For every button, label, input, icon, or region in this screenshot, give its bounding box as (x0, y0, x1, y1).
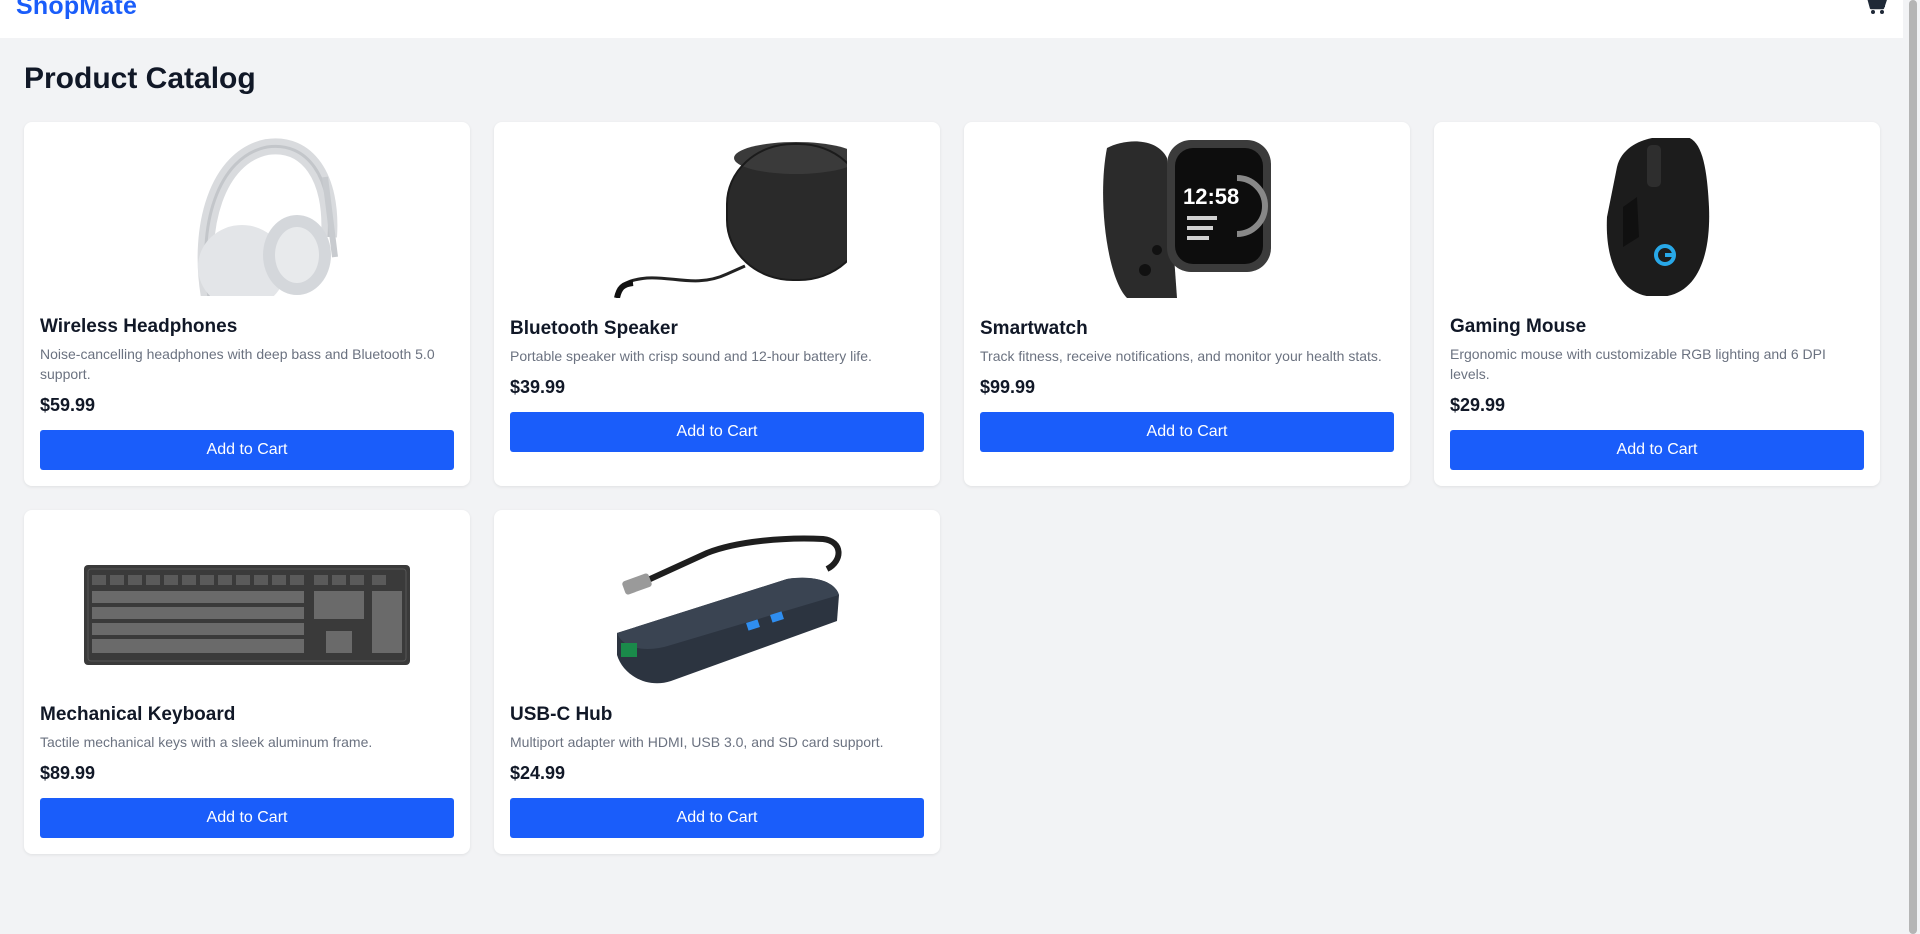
product-description: Noise-cancelling headphones with deep ba… (40, 346, 435, 383)
add-to-cart-button[interactable]: Add to Cart (510, 798, 924, 838)
product-description: Portable speaker with crisp sound and 12… (510, 348, 872, 364)
product-card: USB-C Hub Multiport adapter with HDMI, U… (494, 510, 940, 854)
product-price: $39.99 (510, 377, 566, 397)
top-navbar: ShopMate (0, 0, 1903, 38)
usb-hub-image (510, 526, 924, 684)
add-to-cart-button[interactable]: Add to Cart (510, 412, 924, 452)
product-name: Mechanical Keyboard (40, 704, 236, 726)
shopping-cart-icon[interactable] (1864, 0, 1888, 16)
product-price: $59.99 (40, 395, 96, 416)
brand-logo[interactable]: ShopMate (16, 0, 137, 21)
product-description: Tactile mechanical keys with a sleek alu… (40, 734, 373, 751)
product-price: $89.99 (40, 763, 96, 784)
add-to-cart-button[interactable]: Add to Cart (40, 430, 454, 470)
product-description: Ergonomic mouse with customizable RGB li… (1450, 346, 1826, 383)
product-name: Gaming Mouse (1450, 316, 1587, 338)
product-grid: Wireless Headphones Noise-cancelling hea… (24, 122, 1882, 854)
product-description: Multiport adapter with HDMI, USB 3.0, an… (510, 734, 884, 751)
product-name: Smartwatch (980, 318, 1088, 339)
add-to-cart-button[interactable]: Add to Cart (40, 798, 454, 838)
product-description: Track fitness, receive notifications, an… (980, 348, 1382, 364)
product-name: Bluetooth Speaker (510, 318, 678, 339)
smartwatch-image: 12:58 (980, 138, 1394, 298)
add-to-cart-button[interactable]: Add to Cart (980, 412, 1394, 452)
speaker-image (510, 138, 924, 298)
product-card: 12:58 Smartwatch Track fitness, receive … (964, 122, 1410, 486)
gaming-mouse-image (1450, 138, 1864, 297)
product-price: $29.99 (1450, 395, 1506, 416)
product-card: Gaming Mouse Ergonomic mouse with custom… (1434, 122, 1880, 486)
product-card: Bluetooth Speaker Portable speaker with … (494, 122, 940, 486)
keyboard-image (40, 526, 454, 684)
product-name: USB-C Hub (510, 704, 613, 726)
product-price: $99.99 (980, 377, 1036, 397)
page-title: Product Catalog (24, 62, 256, 95)
scrollbar-thumb[interactable] (1909, 0, 1917, 934)
add-to-cart-button[interactable]: Add to Cart (1450, 430, 1864, 470)
product-price: $24.99 (510, 763, 566, 784)
headphones-image (40, 138, 454, 297)
product-name: Wireless Headphones (40, 316, 238, 338)
product-card: Mechanical Keyboard Tactile mechanical k… (24, 510, 470, 854)
svg-text:12:58: 12:58 (1183, 184, 1239, 209)
product-card: Wireless Headphones Noise-cancelling hea… (24, 122, 470, 486)
